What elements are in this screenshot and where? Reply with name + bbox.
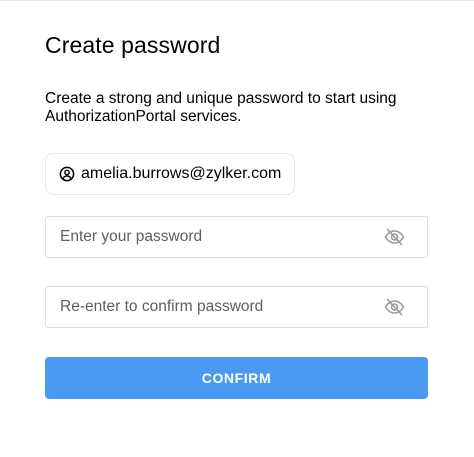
account-email: amelia.burrows@zylker.com	[81, 165, 282, 182]
confirm-button[interactable]: CONFIRM	[45, 357, 428, 399]
page-title: Create password	[45, 32, 221, 58]
eye-off-icon[interactable]	[384, 298, 405, 316]
page-description: Create a strong and unique password to s…	[45, 90, 397, 125]
password-field	[45, 216, 428, 258]
confirm-password-field	[45, 286, 428, 328]
confirm-password-input[interactable]	[46, 287, 366, 327]
user-circle-icon	[59, 166, 75, 182]
account-chip: amelia.burrows@zylker.com	[45, 153, 296, 195]
top-divider	[0, 0, 474, 1]
eye-off-icon[interactable]	[384, 228, 405, 246]
create-password-card: Create password Create a strong and uniq…	[0, 0, 474, 457]
password-input[interactable]	[46, 217, 366, 257]
